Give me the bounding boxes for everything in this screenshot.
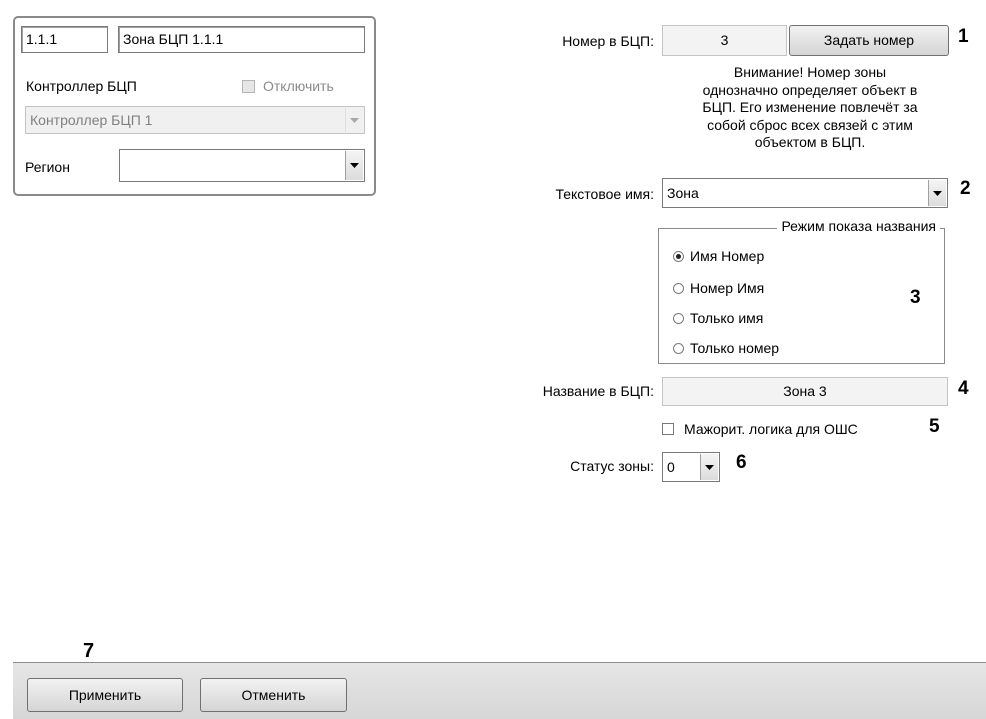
controller-select: Контроллер БЦП 1 bbox=[25, 106, 365, 134]
controller-select-value: Контроллер БЦП 1 bbox=[30, 112, 153, 128]
chevron-down-icon[interactable] bbox=[700, 454, 718, 480]
marker-5: 5 bbox=[929, 416, 940, 437]
disable-checkbox-box bbox=[242, 79, 255, 93]
display-mode-legend: Режим показа названия bbox=[777, 218, 940, 234]
majority-logic-box[interactable] bbox=[662, 423, 674, 435]
marker-1: 1 bbox=[958, 26, 969, 47]
bcp-number-field: 3 bbox=[662, 25, 787, 56]
text-name-select[interactable]: Зона bbox=[662, 178, 948, 208]
majority-logic-label: Мажорит. логика для ОШС bbox=[684, 421, 858, 437]
chevron-down-icon[interactable] bbox=[928, 180, 946, 206]
bcp-number-warning: Внимание! Номер зоны однозначно определя… bbox=[660, 64, 960, 152]
chevron-down-icon[interactable] bbox=[345, 151, 363, 180]
region-select[interactable] bbox=[119, 149, 365, 182]
text-name-value: Зона bbox=[667, 185, 699, 201]
region-label: Регион bbox=[25, 159, 70, 175]
zone-name-field[interactable]: Зона БЦП 1.1.1 bbox=[118, 26, 365, 53]
radio-dot[interactable] bbox=[673, 250, 684, 262]
marker-7: 7 bbox=[83, 640, 95, 662]
radio-dot[interactable] bbox=[673, 282, 684, 294]
zone-status-select[interactable]: 0 bbox=[662, 452, 720, 482]
zone-status-label: Статус зоны: bbox=[570, 458, 654, 474]
text-name-label: Текстовое имя: bbox=[555, 186, 654, 202]
radio-label: Имя Номер bbox=[690, 248, 765, 264]
radio-number-only[interactable]: Только номер bbox=[673, 340, 779, 356]
bcp-name-field: Зона 3 bbox=[662, 377, 948, 406]
set-number-button[interactable]: Задать номер bbox=[789, 25, 949, 56]
cancel-button[interactable]: Отменить bbox=[200, 678, 347, 712]
radio-number-name[interactable]: Номер Имя bbox=[673, 280, 764, 296]
majority-logic-checkbox[interactable]: Мажорит. логика для ОШС bbox=[662, 421, 858, 437]
marker-4: 4 bbox=[958, 378, 969, 399]
warning-line: однозначно определяет объект в bbox=[702, 81, 918, 98]
radio-label: Номер Имя bbox=[690, 280, 765, 296]
bcp-number-label: Номер в БЦП: bbox=[562, 33, 654, 49]
bcp-name-label: Название в БЦП: bbox=[542, 383, 654, 399]
marker-2: 2 bbox=[960, 178, 971, 199]
zone-code-field[interactable]: 1.1.1 bbox=[21, 26, 108, 53]
radio-name-number[interactable]: Имя Номер bbox=[673, 248, 764, 264]
chevron-down-icon bbox=[345, 108, 363, 132]
radio-label: Только номер bbox=[690, 340, 780, 356]
radio-dot[interactable] bbox=[673, 312, 684, 324]
radio-dot[interactable] bbox=[673, 342, 684, 354]
warning-line: БЦП. Его изменение повлечёт за bbox=[702, 99, 918, 115]
radio-name-only[interactable]: Только имя bbox=[673, 310, 763, 326]
marker-3: 3 bbox=[910, 287, 921, 308]
radio-label: Только имя bbox=[690, 310, 764, 326]
disable-checkbox-label: Отключить bbox=[263, 78, 334, 94]
warning-line: собой сброс всех связей с этим bbox=[707, 116, 913, 133]
warning-line: Внимание! Номер зоны bbox=[733, 64, 887, 80]
warning-line: объектом в БЦП. bbox=[754, 134, 866, 150]
marker-6: 6 bbox=[736, 452, 747, 473]
zone-status-value: 0 bbox=[667, 459, 675, 475]
disable-checkbox: Отключить bbox=[242, 78, 334, 94]
controller-label: Контроллер БЦП bbox=[26, 78, 137, 94]
apply-button[interactable]: Применить bbox=[27, 678, 183, 712]
